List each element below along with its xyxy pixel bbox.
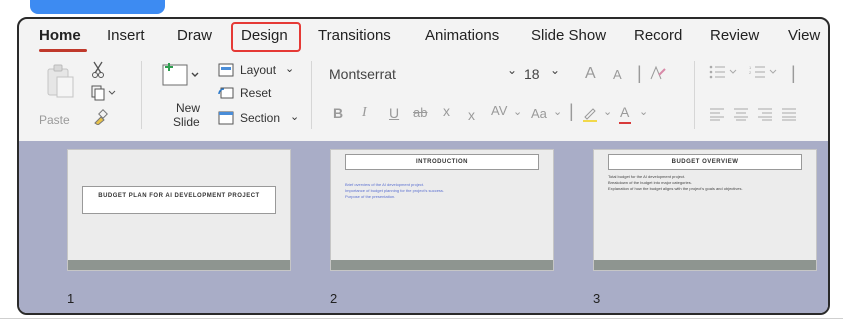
layout-button[interactable]: Layout xyxy=(240,63,276,77)
bullet-text: Explanation of how the budget aligns wit… xyxy=(608,186,743,191)
section-chevron-down-icon[interactable]: ⌄ xyxy=(290,110,299,123)
new-slide-icon[interactable] xyxy=(161,61,203,91)
size-chevron-down-icon: ⌄ xyxy=(550,63,561,77)
tab-record[interactable]: Record xyxy=(634,27,682,44)
highlighter-icon[interactable] xyxy=(581,105,599,123)
slide-sorter: BUDGET PLAN FOR AI DEVELOPMENT PROJECT 1… xyxy=(19,141,828,313)
slide-3-title: BUDGET OVERVIEW xyxy=(608,154,802,170)
clear-formatting-icon[interactable] xyxy=(649,65,667,81)
divider xyxy=(694,61,695,129)
font-color-swatch xyxy=(619,122,631,124)
justify-icon[interactable] xyxy=(781,107,797,121)
font-chevron-down-icon: ⌄ xyxy=(507,63,518,77)
grow-font-button[interactable]: A xyxy=(585,65,596,83)
slide-number-2: 2 xyxy=(330,291,338,306)
tab-slide-show[interactable]: Slide Show xyxy=(531,27,606,44)
slide-footer-bar xyxy=(594,260,816,270)
tab-draw[interactable]: Draw xyxy=(177,27,212,44)
font-size-select[interactable]: 18 ⌄ xyxy=(518,63,578,87)
slide-thumbnail-2[interactable]: INTRODUCTION Brief overview of the AI de… xyxy=(330,149,554,271)
bullet-text: Purpose of the presentation. xyxy=(345,194,396,199)
font-color-button[interactable]: A xyxy=(620,104,629,120)
highlight-chevron-down-icon[interactable]: ⌄ xyxy=(603,105,612,118)
paste-label: Paste xyxy=(39,113,70,127)
change-case-button[interactable]: Aa xyxy=(531,106,547,121)
design-tab-highlight xyxy=(231,22,301,52)
character-spacing-button[interactable]: AV xyxy=(491,103,507,118)
spacing-chevron-down-icon[interactable]: ⌄ xyxy=(513,105,522,118)
underline-button[interactable]: U xyxy=(389,105,399,121)
superscript-button[interactable]: x xyxy=(443,103,450,119)
strikethrough-button[interactable]: ab xyxy=(413,105,427,120)
section-icon[interactable] xyxy=(218,111,234,125)
svg-text:2: 2 xyxy=(749,70,752,75)
case-chevron-down-icon[interactable]: ⌄ xyxy=(553,105,562,118)
slide-thumbnail-1[interactable]: BUDGET PLAN FOR AI DEVELOPMENT PROJECT xyxy=(67,149,291,271)
font-family-value: Montserrat xyxy=(329,66,396,82)
tab-insert[interactable]: Insert xyxy=(107,27,145,44)
divider-bar: | xyxy=(637,63,642,83)
slide-number-1: 1 xyxy=(67,291,75,306)
tab-review[interactable]: Review xyxy=(710,27,759,44)
slide-2-title: INTRODUCTION xyxy=(345,154,539,170)
divider-bar: | xyxy=(791,63,796,83)
reset-button[interactable]: Reset xyxy=(240,86,271,100)
slide-1-title: BUDGET PLAN FOR AI DEVELOPMENT PROJECT xyxy=(82,186,276,214)
cut-icon[interactable] xyxy=(91,61,105,79)
divider-bar: | xyxy=(569,101,574,121)
slide-footer-bar xyxy=(331,260,553,270)
align-left-icon[interactable] xyxy=(709,107,725,121)
shrink-font-button[interactable]: A xyxy=(613,67,622,82)
italic-button[interactable]: I xyxy=(362,105,367,121)
new-slide-label-line1: New xyxy=(176,101,201,115)
bottom-divider xyxy=(0,318,843,319)
bullets-icon[interactable] xyxy=(709,65,739,79)
top-banner-tab xyxy=(30,0,165,14)
new-slide-label-line2: Slide xyxy=(173,115,200,129)
copy-icon[interactable] xyxy=(91,85,117,101)
ribbon-tabs: Home Insert Draw Design Transitions Anim… xyxy=(19,19,828,55)
layout-chevron-down-icon[interactable]: ⌄ xyxy=(285,62,294,75)
divider xyxy=(311,61,312,129)
divider xyxy=(141,61,142,129)
powerpoint-window: Home Insert Draw Design Transitions Anim… xyxy=(17,17,830,315)
font-color-chevron-down-icon[interactable]: ⌄ xyxy=(639,105,648,118)
tab-home[interactable]: Home xyxy=(39,27,81,44)
numbering-icon[interactable]: 12 xyxy=(749,65,779,79)
slide-thumbnail-3[interactable]: BUDGET OVERVIEW Total budget for the AI … xyxy=(593,149,817,271)
section-button[interactable]: Section xyxy=(240,111,280,125)
slide-number-3: 3 xyxy=(593,291,601,306)
tab-animations[interactable]: Animations xyxy=(425,27,499,44)
font-size-value: 18 xyxy=(524,66,540,82)
align-center-icon[interactable] xyxy=(733,107,749,121)
slide-footer-bar xyxy=(68,260,290,270)
tab-transitions[interactable]: Transitions xyxy=(318,27,391,44)
slide-3-bullets: Total budget for the AI development proj… xyxy=(608,174,808,192)
reset-icon[interactable] xyxy=(218,86,234,100)
align-right-icon[interactable] xyxy=(757,107,773,121)
font-family-select[interactable]: Montserrat ⌄ xyxy=(325,63,523,87)
slide-2-bullets: Brief overview of the AI development pro… xyxy=(345,182,545,200)
subscript-button[interactable]: x xyxy=(468,107,475,123)
layout-icon[interactable] xyxy=(218,63,234,77)
tab-view[interactable]: View xyxy=(788,27,820,44)
bold-button[interactable]: B xyxy=(333,105,343,121)
home-tab-underline xyxy=(39,49,87,52)
paste-icon[interactable] xyxy=(45,63,75,101)
ribbon: Paste New Slide Layout ⌄ Reset Section ⌄ xyxy=(19,55,828,141)
format-painter-icon[interactable] xyxy=(92,109,108,126)
